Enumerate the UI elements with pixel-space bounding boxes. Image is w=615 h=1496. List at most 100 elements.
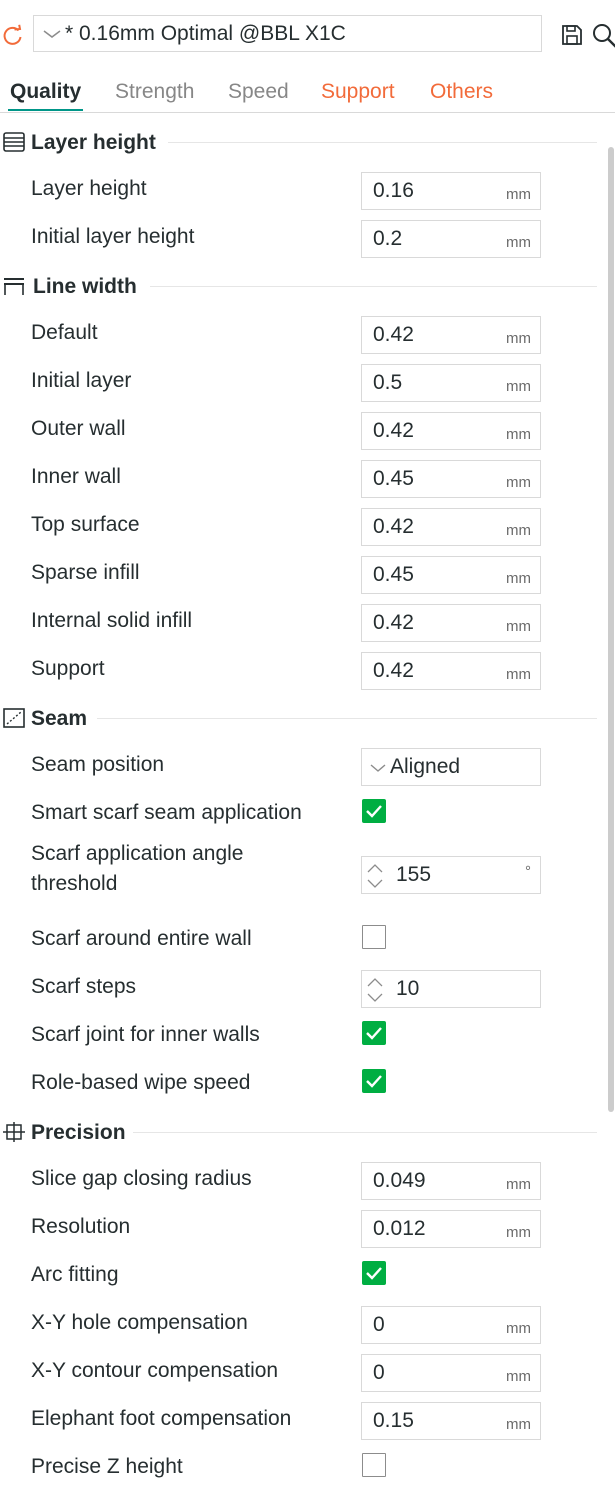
layers-icon <box>3 132 25 152</box>
setting-label: Top surface <box>31 513 140 536</box>
setting-label: Resolution <box>31 1215 131 1238</box>
setting-row-xy-hole: X-Y hole compensation 0 mm <box>0 1298 597 1346</box>
setting-label: Scarf joint for inner walls <box>31 1023 260 1046</box>
setting-label: Smart scarf seam application <box>31 801 302 824</box>
chevron-down-icon <box>370 764 386 772</box>
settings-tabs: Quality Strength Speed Support Others <box>0 72 615 113</box>
scarf-inner-walls-checkbox[interactable] <box>362 1021 386 1045</box>
initial-layer-height-input[interactable]: 0.2 mm <box>361 220 541 258</box>
field-value: 0 <box>373 1313 385 1336</box>
field-value: 10 <box>396 977 420 1000</box>
scarf-entire-wall-checkbox[interactable] <box>362 925 386 949</box>
scrollbar[interactable] <box>608 147 614 1112</box>
setting-label: Initial layer <box>31 369 132 392</box>
scarf-angle-spinner[interactable]: 155 ° <box>361 856 541 894</box>
field-unit: mm <box>506 1416 531 1433</box>
field-value: 0.16 <box>373 179 414 202</box>
setting-row-layer-height: Layer height 0.16 mm <box>0 164 597 212</box>
smart-scarf-checkbox[interactable] <box>362 799 386 823</box>
precise-z-checkbox[interactable] <box>362 1453 386 1477</box>
tab-strength[interactable]: Strength <box>115 80 194 104</box>
field-unit: mm <box>506 1320 531 1337</box>
setting-label: Scarf steps <box>31 975 137 998</box>
field-value: 0.42 <box>373 611 414 634</box>
scarf-steps-spinner[interactable]: 10 <box>361 970 541 1008</box>
preset-dropdown[interactable]: * 0.16mm Optimal @BBL X1C <box>33 15 542 52</box>
field-value: 0.42 <box>373 515 414 538</box>
sparse-infill-width-input[interactable]: 0.45 mm <box>361 556 541 594</box>
stepper-arrows-icon[interactable] <box>366 862 384 890</box>
resolution-input[interactable]: 0.012 mm <box>361 1210 541 1248</box>
field-unit: mm <box>506 1224 531 1241</box>
setting-label: Scarf application angle threshold <box>31 842 244 895</box>
field-value: 0.42 <box>373 659 414 682</box>
quality-settings-panel: Layer height Layer height 0.16 mm Initia… <box>0 112 600 1496</box>
setting-label: Arc fitting <box>31 1263 119 1286</box>
setting-row-scarf-inner-walls: Scarf joint for inner walls <box>0 1010 597 1058</box>
group-title: Line width <box>33 275 137 298</box>
xy-hole-input[interactable]: 0 mm <box>361 1306 541 1344</box>
top-surface-width-input[interactable]: 0.42 mm <box>361 508 541 546</box>
setting-label: Initial layer height <box>31 225 195 248</box>
setting-label: X-Y contour compensation <box>31 1359 279 1382</box>
field-value: Aligned <box>390 755 461 778</box>
setting-row-seam-position: Seam position Aligned <box>0 740 597 788</box>
tab-quality[interactable]: Quality <box>7 80 84 111</box>
setting-row-slice-gap: Slice gap closing radius 0.049 mm <box>0 1154 597 1202</box>
field-unit: mm <box>506 474 531 491</box>
role-wipe-speed-checkbox[interactable] <box>362 1069 386 1093</box>
outer-wall-width-input[interactable]: 0.42 mm <box>361 412 541 450</box>
tab-speed[interactable]: Speed <box>228 80 289 104</box>
setting-row-role-wipe-speed: Role-based wipe speed <box>0 1058 597 1106</box>
xy-contour-input[interactable]: 0 mm <box>361 1354 541 1392</box>
field-value: 155 <box>396 863 432 886</box>
setting-label: Support <box>31 657 105 680</box>
setting-row-internal-solid-infill-width: Internal solid infill 0.42 mm <box>0 596 597 644</box>
setting-row-support-width: Support 0.42 mm <box>0 644 597 692</box>
group-title: Layer height <box>31 131 156 154</box>
field-value: 0.45 <box>373 563 414 586</box>
field-value: 0 <box>373 1361 385 1384</box>
field-unit: mm <box>506 522 531 539</box>
setting-row-arc-fitting: Arc fitting <box>0 1250 597 1298</box>
setting-label: Sparse infill <box>31 561 140 584</box>
slice-gap-input[interactable]: 0.049 mm <box>361 1162 541 1200</box>
setting-row-smart-scarf: Smart scarf seam application <box>0 788 597 836</box>
internal-solid-infill-width-input[interactable]: 0.42 mm <box>361 604 541 642</box>
setting-label: Outer wall <box>31 417 126 440</box>
group-title: Seam <box>31 707 88 730</box>
setting-row-top-surface-width: Top surface 0.42 mm <box>0 500 597 548</box>
support-width-input[interactable]: 0.42 mm <box>361 652 541 690</box>
setting-label: Scarf around entire wall <box>31 927 252 950</box>
elephant-foot-input[interactable]: 0.15 mm <box>361 1402 541 1440</box>
search-icon[interactable] <box>592 23 615 49</box>
layer-height-input[interactable]: 0.16 mm <box>361 172 541 210</box>
setting-label: Layer height <box>31 177 147 200</box>
setting-row-resolution: Resolution 0.012 mm <box>0 1202 597 1250</box>
tab-others[interactable]: Others <box>430 80 493 104</box>
field-unit: mm <box>506 426 531 443</box>
field-value: 0.049 <box>373 1169 426 1192</box>
field-unit: mm <box>506 234 531 251</box>
preset-toolbar: * 0.16mm Optimal @BBL X1C <box>0 0 615 70</box>
chevron-down-icon <box>43 29 61 38</box>
arc-fitting-checkbox[interactable] <box>362 1261 386 1285</box>
setting-row-inner-wall-width: Inner wall 0.45 mm <box>0 452 597 500</box>
tab-support[interactable]: Support <box>321 80 395 104</box>
setting-label: X-Y hole compensation <box>31 1311 248 1334</box>
save-icon[interactable] <box>561 24 583 46</box>
setting-row-default-width: Default 0.42 mm <box>0 308 597 356</box>
initial-layer-width-input[interactable]: 0.5 mm <box>361 364 541 402</box>
reset-arrow-icon[interactable] <box>2 24 24 46</box>
inner-wall-width-input[interactable]: 0.45 mm <box>361 460 541 498</box>
field-value: 0.012 <box>373 1217 426 1240</box>
setting-label: Elephant foot compensation <box>31 1407 292 1430</box>
group-title: Precision <box>31 1121 126 1144</box>
default-width-input[interactable]: 0.42 mm <box>361 316 541 354</box>
stepper-arrows-icon[interactable] <box>366 976 384 1004</box>
seam-icon <box>3 708 25 728</box>
field-unit: mm <box>506 666 531 683</box>
group-precision: Precision <box>0 1114 597 1150</box>
setting-label: Seam position <box>31 753 165 776</box>
seam-position-dropdown[interactable]: Aligned <box>361 748 541 786</box>
